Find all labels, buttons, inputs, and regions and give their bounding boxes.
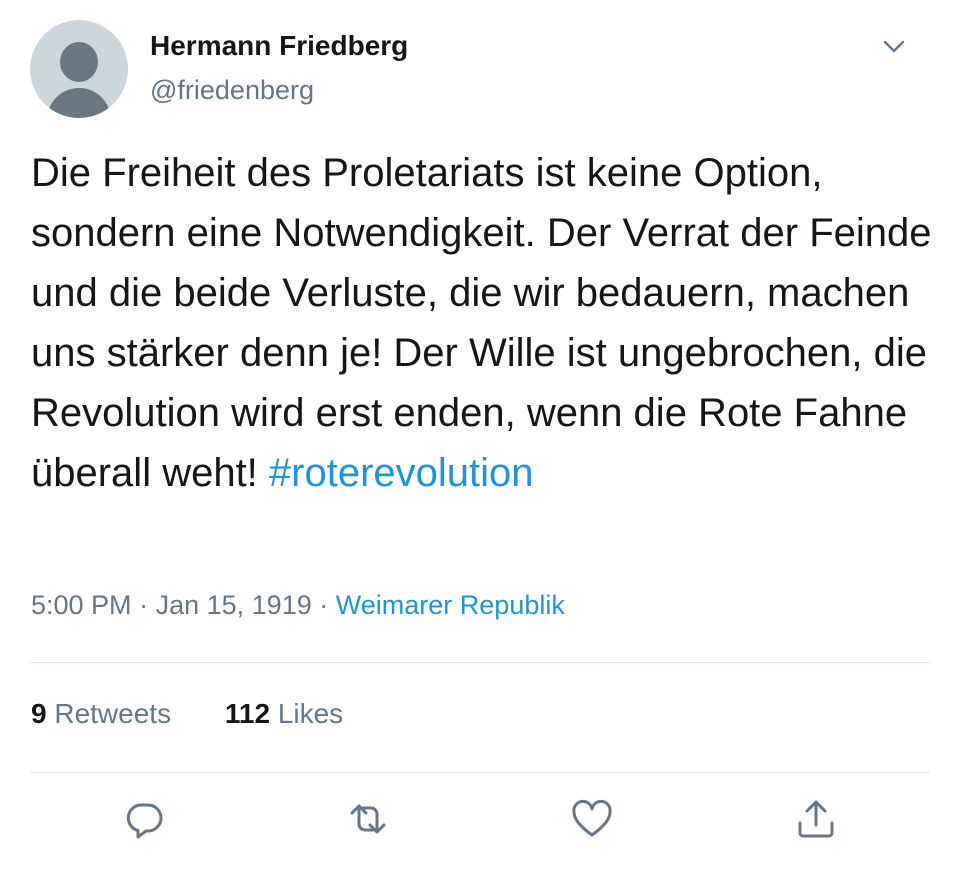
tweet-time: 5:00 PM	[31, 590, 132, 620]
divider	[30, 772, 930, 773]
meta-separator: ·	[139, 590, 149, 620]
tweet-date: Jan 15, 1919	[155, 590, 312, 620]
user-handle[interactable]: @friedenberg	[150, 75, 314, 106]
tweet-meta: 5:00 PM · Jan 15, 1919 · Weimarer Republ…	[31, 590, 565, 621]
user-display-name[interactable]: Hermann Friedberg	[150, 30, 408, 62]
reply-icon[interactable]	[120, 795, 168, 843]
chevron-down-icon[interactable]	[880, 32, 908, 60]
tweet-actions	[0, 795, 960, 855]
tweet-card: Hermann Friedberg @friedenberg Die Freih…	[0, 0, 960, 870]
hashtag-link[interactable]: #roterevolution	[269, 451, 534, 495]
likes-stat[interactable]: 112 Likes	[225, 698, 343, 730]
likes-label: Likes	[277, 698, 344, 729]
tweet-stats: 9 Retweets 112 Likes	[31, 698, 389, 730]
retweet-icon[interactable]	[344, 795, 392, 843]
tweet-source-link[interactable]: Weimarer Republik	[336, 590, 565, 620]
heart-icon[interactable]	[568, 795, 616, 843]
tweet-body: Die Freiheit des Proletariats ist keine …	[31, 151, 932, 495]
tweet-text: Die Freiheit des Proletariats ist keine …	[31, 143, 936, 503]
avatar-head	[60, 42, 98, 82]
divider	[30, 662, 930, 663]
retweets-count: 9	[31, 698, 47, 729]
retweets-label: Retweets	[54, 698, 172, 729]
avatar[interactable]	[30, 20, 128, 118]
retweets-stat[interactable]: 9 Retweets	[31, 698, 171, 730]
share-icon[interactable]	[792, 795, 840, 843]
meta-separator: ·	[319, 590, 329, 620]
avatar-shoulders	[47, 88, 111, 118]
likes-count: 112	[224, 698, 271, 729]
